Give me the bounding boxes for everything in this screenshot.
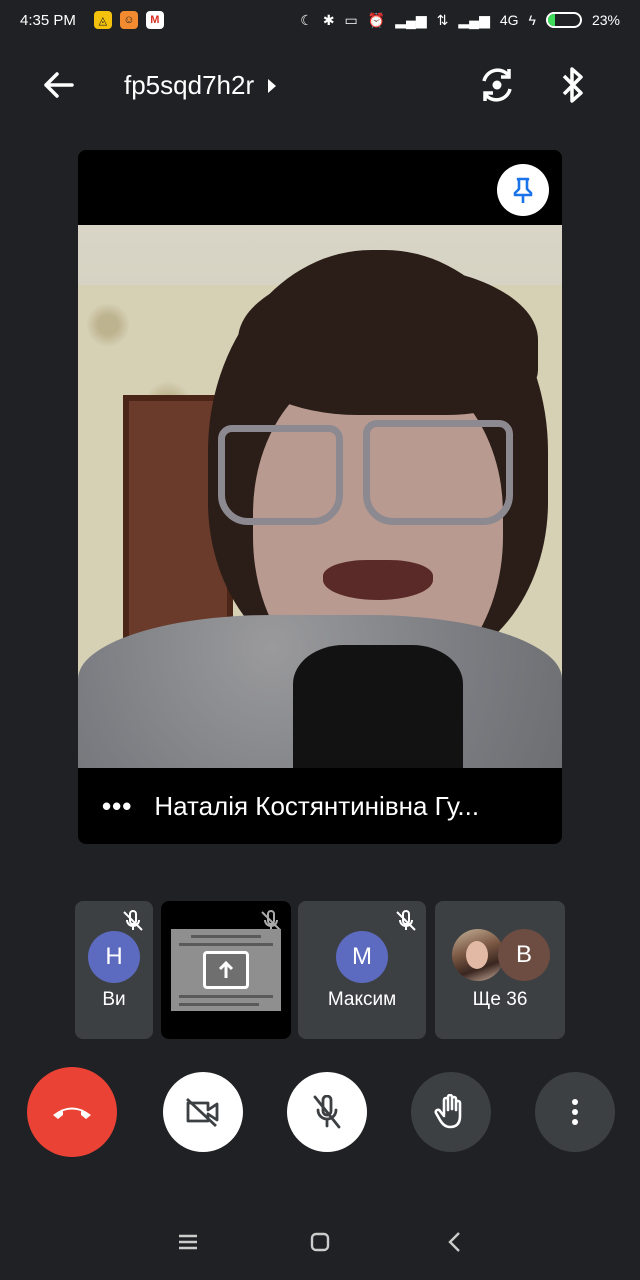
microphone-toggle-button[interactable] — [287, 1072, 367, 1152]
moon-icon: ☾ — [300, 11, 313, 28]
raise-hand-button[interactable] — [411, 1072, 491, 1152]
doc-line — [179, 995, 273, 998]
participant-label: Максим — [327, 989, 397, 1010]
vpn-icon: ◬ — [93, 11, 112, 29]
avatar: Н — [88, 931, 140, 983]
video-bangs — [238, 265, 538, 415]
avatar-initial: В — [515, 941, 532, 968]
audio-output-button[interactable] — [552, 64, 594, 106]
battery-icon — [545, 12, 582, 28]
presentation-thumbnail — [171, 929, 281, 1011]
back-chevron-icon — [448, 1232, 460, 1252]
status-time: 4:35 PM — [20, 11, 76, 29]
camera-toggle-button[interactable] — [163, 1072, 243, 1152]
system-back-button[interactable] — [435, 1224, 475, 1260]
pin-button[interactable] — [497, 164, 549, 216]
doc-line — [191, 935, 261, 938]
participant-tile-more[interactable]: В Ще 36 — [435, 901, 565, 1039]
avatar-photo-face — [466, 941, 488, 969]
avatar: М — [336, 931, 388, 983]
main-video-tile[interactable]: ••• Наталія Костянтинівна Гу... — [78, 150, 562, 844]
recents-button[interactable] — [168, 1224, 208, 1260]
pin-icon — [513, 177, 533, 203]
tile-footer: ••• Наталія Костянтинівна Гу... — [78, 768, 562, 844]
app-bar: fp5sqd7h2r — [0, 50, 640, 120]
network-type: 4G — [499, 12, 519, 28]
video-glasses-right — [363, 420, 513, 525]
participant-tile-you[interactable]: Н Ви — [75, 901, 153, 1039]
mic-off-icon — [313, 1095, 341, 1129]
avatar-initial: Н — [105, 943, 123, 970]
caret-right-icon — [268, 78, 277, 93]
more-vert-icon — [572, 1099, 578, 1125]
system-nav-bar — [0, 1200, 640, 1280]
present-screen-icon — [203, 951, 249, 989]
bluetooth-status-icon: ✱ — [322, 11, 335, 28]
battery-fill — [547, 14, 556, 26]
meeting-code[interactable]: fp5sqd7h2r — [124, 70, 277, 101]
home-square-icon — [310, 1232, 330, 1252]
video-turtleneck — [293, 645, 463, 768]
menu-icon — [179, 1234, 197, 1250]
speaker-name: Наталія Костянтинівна Гу... — [154, 790, 480, 821]
avatar: В — [498, 929, 550, 981]
back-button[interactable] — [40, 66, 78, 104]
mic-off-icon — [123, 910, 143, 931]
participant-label: Ви — [102, 989, 126, 1010]
data-transfer-icon: ⇅ — [436, 11, 449, 28]
camera-off-icon — [186, 1097, 219, 1127]
signal-icon: ▂▄▆ — [395, 11, 427, 28]
switch-camera-icon — [482, 68, 512, 102]
doc-line — [179, 1003, 259, 1006]
doc-line — [179, 943, 273, 946]
participant-tile-presentation[interactable] — [161, 901, 291, 1039]
alarm-icon: ⏰ — [367, 11, 386, 28]
raise-hand-icon — [434, 1094, 462, 1129]
participant-tile-maksym[interactable]: М Максим — [298, 901, 426, 1039]
arrow-back-icon — [44, 72, 74, 98]
arrow-up-icon — [218, 960, 234, 978]
signal-icon-2: ▂▄▆ — [458, 11, 490, 28]
mic-off-icon — [396, 910, 416, 931]
switch-camera-button[interactable] — [476, 64, 518, 106]
avatar-app-icon: ☺ — [119, 11, 138, 29]
gmail-icon: M — [145, 11, 164, 29]
avatar-initial: М — [352, 943, 372, 970]
more-options-icon[interactable]: ••• — [102, 793, 132, 819]
charging-icon: ϟ — [528, 12, 536, 28]
video-glasses-left — [218, 425, 343, 525]
avatar-photo — [452, 929, 504, 981]
home-button[interactable] — [300, 1224, 340, 1260]
vibrate-icon: ▭ — [344, 11, 358, 28]
phone-hangup-icon — [53, 1107, 91, 1119]
bluetooth-icon — [562, 67, 583, 103]
battery-percent: 23% — [591, 12, 620, 28]
status-bar: 4:35 PM ◬ ☺ M ☾ ✱ ▭ ⏰ ▂▄▆ ⇅ ▂▄▆ 4G ϟ 23% — [0, 0, 640, 40]
participant-label: Ще 36 — [472, 989, 528, 1010]
more-options-button[interactable] — [535, 1072, 615, 1152]
video-mouth — [323, 560, 433, 600]
meeting-code-text: fp5sqd7h2r — [124, 70, 255, 100]
speaker-video — [78, 225, 562, 768]
hang-up-button[interactable] — [27, 1067, 117, 1157]
